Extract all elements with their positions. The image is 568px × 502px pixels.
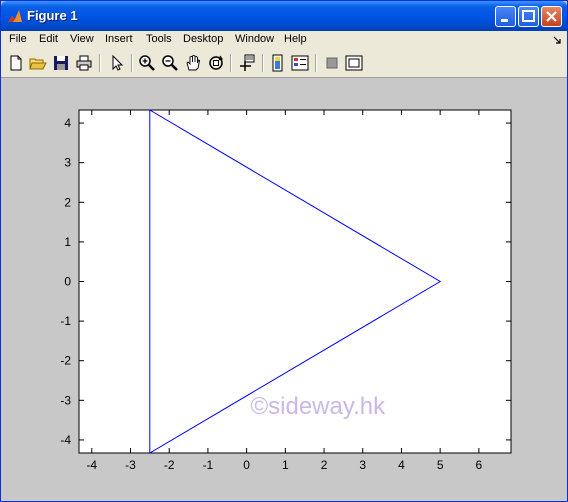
x-tick-label: -2 <box>164 458 175 472</box>
insert-colorbar-icon[interactable] <box>269 54 287 72</box>
open-file-icon[interactable] <box>29 54 47 72</box>
y-tick-label: 0 <box>64 275 71 289</box>
matlab-icon <box>8 10 22 22</box>
save-icon[interactable] <box>52 54 70 72</box>
new-figure-icon[interactable] <box>7 54 25 72</box>
toolbar-separator <box>315 54 317 72</box>
menu-edit[interactable]: Edit <box>39 33 58 45</box>
x-tick-label: -4 <box>86 458 97 472</box>
plot-area: -4 -3 -2 -1 0 1 2 3 4 5 6 -4 -3 -2 -1 0 1 2 3 4 ©sideway.hk <box>60 109 512 472</box>
maximize-button[interactable] <box>518 6 539 27</box>
x-tick-label: 5 <box>437 458 444 472</box>
dock-arrow-icon[interactable] <box>553 36 561 44</box>
maximize-icon <box>522 10 535 22</box>
y-tick-label: -1 <box>60 314 71 328</box>
x-tick-label: 3 <box>359 458 366 472</box>
y-tick-label: 2 <box>64 195 71 209</box>
y-tick-label: 4 <box>64 116 71 130</box>
x-tick-label: -1 <box>203 458 214 472</box>
watermark-text: ©sideway.hk <box>250 393 386 420</box>
x-tick-label: 6 <box>476 458 483 472</box>
minimize-icon <box>501 19 508 22</box>
y-tick-label: 3 <box>64 156 71 170</box>
y-tick-label: -2 <box>60 354 71 368</box>
zoom-out-icon[interactable] <box>161 54 179 72</box>
toolbar-separator <box>131 54 133 72</box>
show-plot-tools-icon[interactable] <box>345 54 363 72</box>
x-tick-label: 0 <box>243 458 250 472</box>
y-tick-label: -4 <box>60 433 71 447</box>
figure-window: Figure 1 File Edit View Insert Tools Des… <box>0 0 568 502</box>
data-cursor-icon[interactable] <box>238 54 256 72</box>
x-tick-label: 2 <box>321 458 328 472</box>
rotate-3d-icon[interactable] <box>207 54 225 72</box>
close-icon <box>546 11 557 22</box>
figure-toolbar <box>1 50 567 78</box>
print-icon[interactable] <box>75 54 93 72</box>
menu-insert[interactable]: Insert <box>105 33 133 45</box>
y-tick-label: -3 <box>60 393 71 407</box>
hide-plot-tools-icon[interactable] <box>323 54 341 72</box>
x-tick-label: -3 <box>125 458 136 472</box>
menu-tools[interactable]: Tools <box>146 33 172 45</box>
y-tick-label: 1 <box>64 235 71 249</box>
x-tick-label: 1 <box>282 458 289 472</box>
close-button[interactable] <box>541 6 562 27</box>
menu-bar: File Edit View Insert Tools Desktop Wind… <box>1 31 567 50</box>
menu-view[interactable]: View <box>70 33 94 45</box>
zoom-in-icon[interactable] <box>138 54 156 72</box>
menu-window[interactable]: Window <box>235 33 274 45</box>
title-bar[interactable]: Figure 1 <box>1 1 567 31</box>
x-tick-label: 4 <box>398 458 405 472</box>
figure-canvas: -4 -3 -2 -1 0 1 2 3 4 5 6 -4 -3 -2 -1 0 1 2 3 4 ©sideway.hk <box>1 78 567 501</box>
menu-desktop[interactable]: Desktop <box>183 33 223 45</box>
toolbar-separator <box>99 54 101 72</box>
toolbar-separator <box>230 54 232 72</box>
toolbar-separator <box>262 54 264 72</box>
menu-file[interactable]: File <box>9 33 27 45</box>
window-title: Figure 1 <box>27 8 78 23</box>
minimize-button[interactable] <box>495 6 516 27</box>
menu-help[interactable]: Help <box>284 33 307 45</box>
edit-plot-arrow-icon[interactable] <box>108 54 126 72</box>
insert-legend-icon[interactable] <box>291 54 309 72</box>
pan-hand-icon[interactable] <box>184 54 202 72</box>
